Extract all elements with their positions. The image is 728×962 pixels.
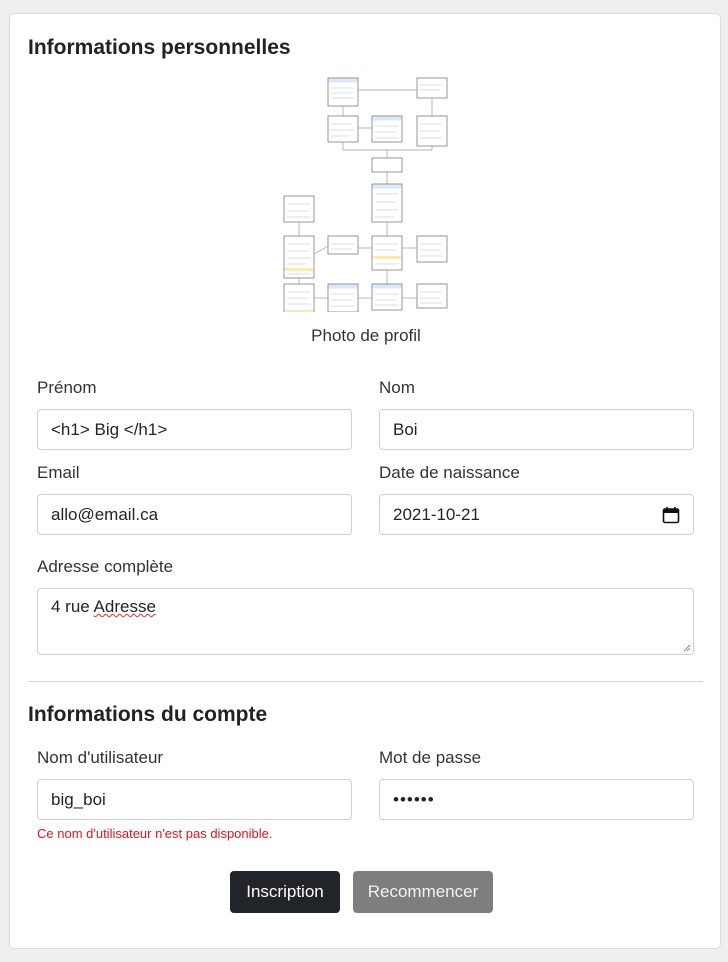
password-label: Mot de passe xyxy=(379,748,482,767)
address-textarea[interactable]: 4 rue Adresse xyxy=(37,588,694,655)
photo-caption: Photo de profil xyxy=(311,326,421,345)
personal-info-title: Informations personnelles xyxy=(28,36,291,59)
birth-date-input[interactable]: 2021-10-21 xyxy=(379,494,694,535)
resize-grip-icon[interactable] xyxy=(681,642,691,652)
birth-date-label: Date de naissance xyxy=(379,463,520,482)
registration-card: Informations personnelles Photo de profi… xyxy=(9,13,721,949)
birth-date-value: 2021-10-21 xyxy=(393,505,480,524)
section-divider xyxy=(28,681,703,682)
first-name-input[interactable]: <h1> Big </h1> xyxy=(37,409,352,450)
last-name-input[interactable]: Boi xyxy=(379,409,694,450)
address-text-part1: 4 rue xyxy=(51,597,90,616)
email-input[interactable]: allo@email.ca xyxy=(37,494,352,535)
email-label: Email xyxy=(37,463,80,482)
profile-photo[interactable] xyxy=(282,76,450,321)
last-name-label: Nom xyxy=(379,378,415,397)
password-input[interactable]: •••••• xyxy=(379,779,694,820)
reset-button[interactable]: Recommencer xyxy=(353,871,493,913)
username-input[interactable]: big_boi xyxy=(37,779,352,820)
first-name-label: Prénom xyxy=(37,378,97,397)
account-info-title: Informations du compte xyxy=(28,703,268,726)
address-label: Adresse complète xyxy=(37,557,174,576)
address-text-part2: Adresse xyxy=(93,597,156,616)
username-label: Nom d'utilisateur xyxy=(37,748,164,767)
username-error: Ce nom d'utilisateur n'est pas disponibl… xyxy=(37,826,273,841)
submit-button[interactable]: Inscription xyxy=(230,871,340,913)
calendar-icon[interactable] xyxy=(662,506,680,524)
profile-photo-image xyxy=(283,77,448,321)
